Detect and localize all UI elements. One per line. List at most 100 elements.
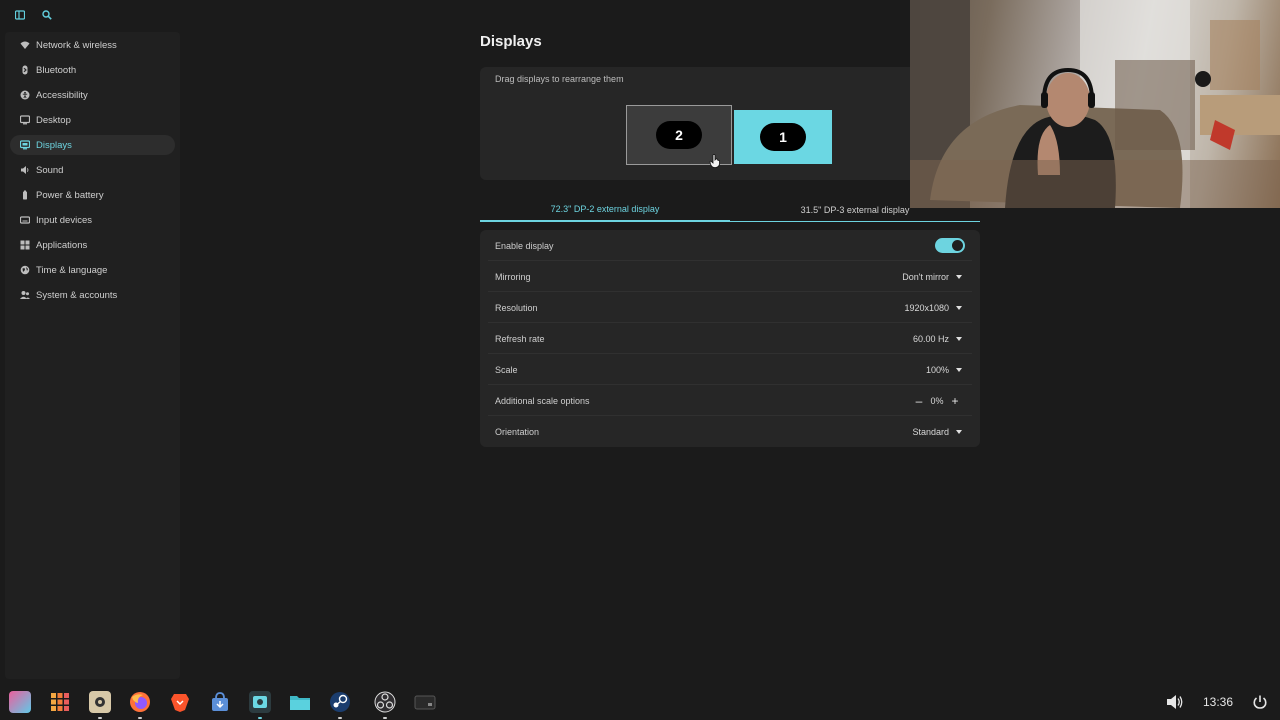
- running-indicator: [98, 717, 102, 719]
- enable-display-toggle[interactable]: [935, 238, 965, 253]
- page-title: Displays: [480, 33, 542, 50]
- sidebar-item-bluetooth[interactable]: Bluetooth: [10, 60, 175, 80]
- decrease-button[interactable]: –: [912, 394, 926, 408]
- cosmic-settings-icon[interactable]: [249, 691, 271, 713]
- sidebar-item-label: Power & battery: [36, 189, 104, 201]
- sidebar-item-time-language[interactable]: Time & language: [10, 260, 175, 280]
- refresh-rate-dropdown[interactable]: 60.00 Hz: [913, 334, 962, 344]
- mirroring-row: Mirroring Don't mirror: [480, 261, 980, 292]
- desktop-icon: [20, 115, 30, 125]
- refresh-rate-row: Refresh rate 60.00 Hz: [480, 323, 980, 354]
- setting-label: Mirroring: [495, 271, 531, 282]
- taskbar: 13:36: [0, 684, 1280, 720]
- sidebar-item-network[interactable]: Network & wireless: [10, 35, 175, 55]
- sidebar-item-desktop[interactable]: Desktop: [10, 110, 175, 130]
- sidebar-item-label: System & accounts: [36, 289, 118, 301]
- sidebar-item-label: Applications: [36, 239, 88, 251]
- hand-cursor-icon: [709, 154, 720, 168]
- increase-button[interactable]: +: [948, 394, 962, 408]
- sidebar-item-label: Input devices: [36, 214, 92, 226]
- chevron-down-icon: [956, 429, 962, 434]
- sidebar-item-system-accounts[interactable]: System & accounts: [10, 285, 175, 305]
- setting-label: Refresh rate: [495, 333, 545, 344]
- dropdown-value: 60.00 Hz: [912, 333, 949, 344]
- running-indicator: [138, 717, 142, 719]
- sidebar-item-label: Bluetooth: [36, 64, 77, 76]
- dropdown-value: 1920x1080: [904, 302, 949, 313]
- monitor-tile-1[interactable]: 1: [734, 110, 832, 164]
- stepper-value: 0%: [930, 395, 944, 406]
- chevron-down-icon: [956, 336, 962, 341]
- sidebar-item-applications[interactable]: Applications: [10, 235, 175, 255]
- power-icon[interactable]: [1252, 694, 1268, 710]
- dropdown-value: 100%: [925, 364, 949, 375]
- sidebar-item-accessibility[interactable]: Accessibility: [10, 85, 175, 105]
- scale-dropdown[interactable]: 100%: [926, 365, 962, 375]
- running-indicator: [383, 717, 387, 719]
- sidebar-item-label: Displays: [36, 139, 72, 151]
- clock[interactable]: 13:36: [1203, 695, 1233, 709]
- orientation-dropdown[interactable]: Standard: [912, 427, 962, 437]
- store-icon[interactable]: [209, 691, 231, 713]
- monitor-number: 2: [656, 121, 702, 149]
- orientation-row: Orientation Standard: [480, 416, 980, 447]
- enable-display-row: Enable display: [480, 230, 980, 261]
- setting-label: Scale: [495, 364, 518, 375]
- mirroring-dropdown[interactable]: Don't mirror: [902, 272, 962, 282]
- display-icon: [20, 140, 30, 150]
- sidebar-item-label: Network & wireless: [36, 39, 117, 51]
- resolution-row: Resolution 1920x1080: [480, 292, 980, 323]
- sidebar-item-power[interactable]: Power & battery: [10, 185, 175, 205]
- files-icon[interactable]: [289, 691, 311, 713]
- sidebar-item-label: Desktop: [36, 114, 71, 126]
- display-arrangement-panel: Drag displays to rearrange them 2 1: [480, 67, 980, 180]
- keyboard-icon: [20, 215, 30, 225]
- sidebar-item-input-devices[interactable]: Input devices: [10, 210, 175, 230]
- obs-icon[interactable]: [374, 691, 396, 713]
- bluetooth-icon: [20, 65, 30, 75]
- volume-icon[interactable]: [1166, 694, 1184, 710]
- sidebar-item-label: Sound: [36, 164, 64, 176]
- accessibility-icon: [20, 90, 30, 100]
- tab-dp-2[interactable]: 72.3" DP-2 external display: [480, 198, 730, 222]
- battery-icon: [20, 190, 30, 200]
- steam-icon[interactable]: [329, 691, 351, 713]
- brave-icon[interactable]: [169, 691, 191, 713]
- arrange-hint: Drag displays to rearrange them: [495, 74, 624, 84]
- sidebar-item-sound[interactable]: Sound: [10, 160, 175, 180]
- sidebar-toggle-icon[interactable]: [13, 8, 27, 22]
- app-launcher-icon[interactable]: [9, 691, 31, 713]
- setting-label: Enable display: [495, 240, 554, 251]
- search-icon[interactable]: [40, 8, 54, 22]
- firefox-icon[interactable]: [129, 691, 151, 713]
- webcam-overlay: [910, 0, 1280, 208]
- setting-label: Resolution: [495, 302, 538, 313]
- toggle-knob: [952, 240, 963, 251]
- globe-icon: [20, 265, 30, 275]
- settings-app-icon[interactable]: [89, 691, 111, 713]
- wifi-icon: [20, 40, 30, 50]
- additional-scale-stepper: – 0% +: [912, 394, 962, 408]
- additional-scale-row: Additional scale options – 0% +: [480, 385, 980, 416]
- accounts-icon: [20, 290, 30, 300]
- chevron-down-icon: [956, 305, 962, 310]
- display-settings-list: Enable display Mirroring Don't mirror Re…: [480, 230, 980, 447]
- apps-grid-icon: [20, 240, 30, 250]
- settings-window: Network & wireless Bluetooth Accessibili…: [0, 0, 1280, 720]
- resolution-dropdown[interactable]: 1920x1080: [904, 303, 962, 313]
- terminal-icon[interactable]: [414, 691, 436, 713]
- running-indicator: [338, 717, 342, 719]
- scale-row: Scale 100%: [480, 354, 980, 385]
- app-grid-icon[interactable]: [49, 691, 71, 713]
- chevron-down-icon: [956, 274, 962, 279]
- setting-label: Additional scale options: [495, 395, 590, 406]
- running-indicator: [258, 717, 262, 719]
- sidebar-item-label: Accessibility: [36, 89, 88, 101]
- setting-label: Orientation: [495, 426, 540, 437]
- dropdown-value: Standard: [912, 426, 949, 437]
- sound-icon: [20, 165, 30, 175]
- dropdown-value: Don't mirror: [902, 271, 949, 282]
- sidebar-item-displays[interactable]: Displays: [10, 135, 175, 155]
- monitor-number: 1: [760, 123, 806, 151]
- webcam-person-image: [910, 0, 1280, 208]
